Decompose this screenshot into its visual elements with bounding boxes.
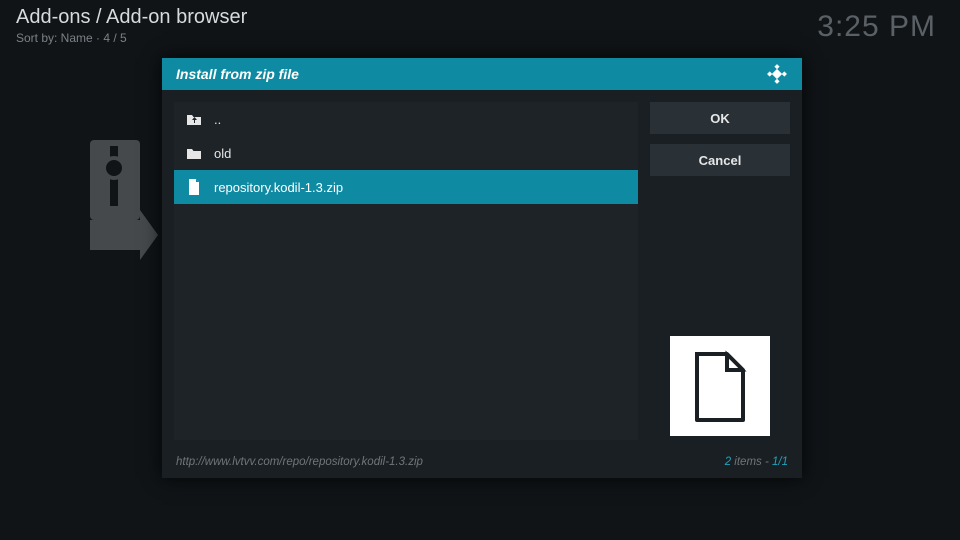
- cancel-button[interactable]: Cancel: [650, 144, 790, 176]
- dialog-header: Install from zip file: [162, 58, 802, 90]
- sort-status: Sort by: Name · 4 / 5: [16, 31, 247, 45]
- dialog-side-pane: OK Cancel: [650, 102, 790, 440]
- footer-count: 2 items - 1/1: [725, 456, 788, 468]
- dialog-footer: http://www.lvtvv.com/repo/repository.kod…: [162, 452, 802, 478]
- file-preview: [670, 336, 770, 436]
- kodi-logo-icon: [766, 63, 788, 85]
- file-list: .. old repository.kodil-1.3.zip: [174, 102, 638, 440]
- clock: 3:25 PM: [817, 10, 936, 44]
- file-row-parent[interactable]: ..: [174, 102, 638, 136]
- folder-up-icon: [186, 111, 202, 127]
- document-icon: [691, 350, 749, 422]
- breadcrumb-area: Add-ons / Add-on browser Sort by: Name ·…: [16, 6, 247, 45]
- folder-icon: [186, 145, 202, 161]
- footer-path: http://www.lvtvv.com/repo/repository.kod…: [176, 456, 423, 468]
- ok-button[interactable]: OK: [650, 102, 790, 134]
- breadcrumb: Add-ons / Add-on browser: [16, 6, 247, 29]
- dialog-title: Install from zip file: [176, 66, 299, 82]
- zip-install-icon: [80, 140, 160, 260]
- file-icon: [186, 179, 202, 195]
- install-from-zip-dialog: Install from zip file ..: [162, 58, 802, 478]
- file-label: repository.kodil-1.3.zip: [214, 180, 343, 195]
- file-row-folder[interactable]: old: [174, 136, 638, 170]
- file-label: ..: [214, 112, 221, 127]
- file-label: old: [214, 146, 231, 161]
- file-row-zip[interactable]: repository.kodil-1.3.zip: [174, 170, 638, 204]
